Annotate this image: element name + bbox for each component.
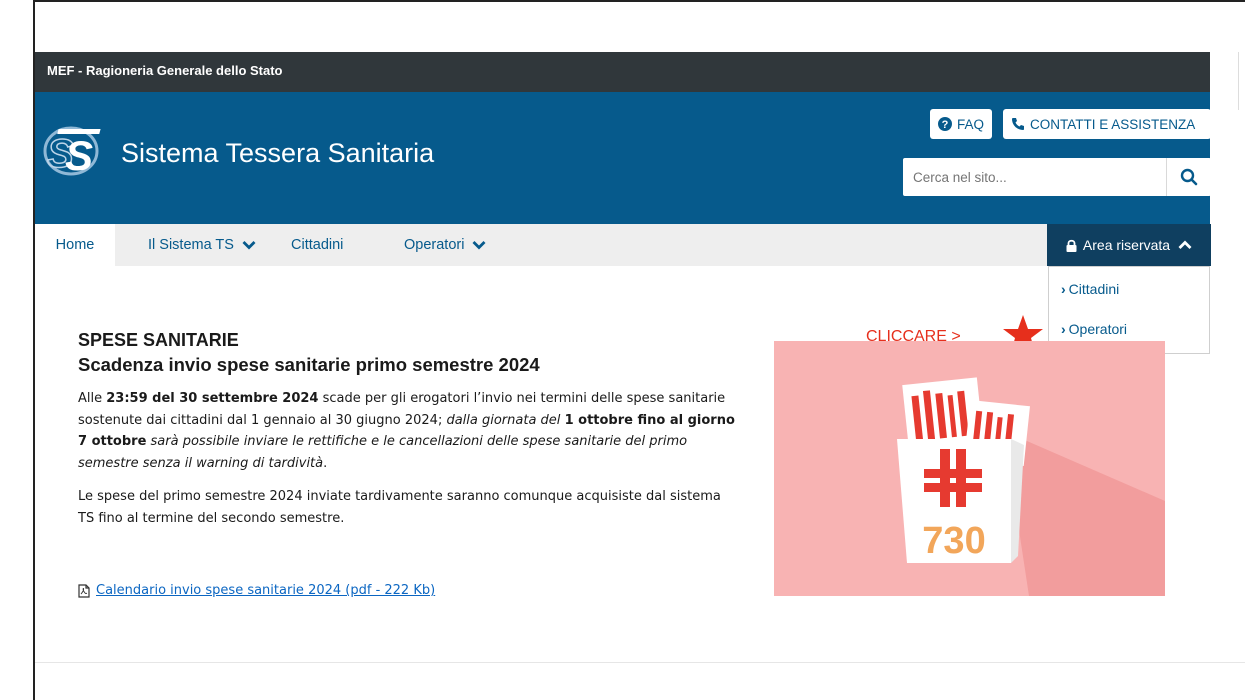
- pdf-file-icon: [78, 583, 90, 598]
- dropdown-item-label: Cittadini: [1068, 281, 1120, 297]
- search-input[interactable]: [903, 158, 1165, 196]
- search-icon: [1180, 168, 1198, 186]
- chevron-right-icon: ›: [1061, 321, 1066, 337]
- svg-text:?: ?: [942, 119, 949, 131]
- org-name: MEF - Ragioneria Generale dello Stato: [47, 63, 283, 78]
- phone-icon: [1011, 117, 1025, 131]
- main-nav: Home Il Sistema TS Cittadini Operatori A…: [35, 224, 1211, 266]
- search-box: [903, 158, 1211, 196]
- nav-operatori[interactable]: Operatori: [404, 224, 486, 266]
- contatti-label: CONTATTI E ASSISTENZA: [1030, 116, 1196, 132]
- chevron-right-icon: ›: [1061, 281, 1066, 297]
- promo-illustration: 730: [897, 377, 1165, 596]
- contatti-button[interactable]: CONTATTI E ASSISTENZA: [1003, 109, 1211, 139]
- promo-730-text: 730: [922, 520, 985, 562]
- footer-divider: [35, 662, 1245, 663]
- nav-cittadini-label: Cittadini: [291, 237, 344, 253]
- lock-icon: [1066, 239, 1077, 252]
- question-circle-icon: ?: [938, 117, 952, 131]
- chevron-up-icon: [1178, 240, 1192, 250]
- faq-label: FAQ: [957, 116, 985, 132]
- nav-operatori-label: Operatori: [404, 237, 465, 253]
- chevron-down-icon: [242, 240, 256, 250]
- nav-sistema-ts[interactable]: Il Sistema TS: [148, 224, 256, 266]
- chevron-down-icon: [472, 240, 486, 250]
- section-kicker: SPESE SANITARIE: [78, 330, 239, 350]
- search-button[interactable]: [1166, 158, 1211, 196]
- page-headline: Scadenza invio spese sanitarie primo sem…: [78, 354, 540, 375]
- main-content: SPESE SANITARIE Scadenza invio spese san…: [78, 330, 738, 529]
- para-text: Alle: [78, 391, 107, 406]
- para-italic: dalla giornata del: [446, 412, 565, 428]
- svg-text:S: S: [65, 132, 93, 179]
- faq-button[interactable]: ? FAQ: [930, 109, 992, 139]
- nav-home[interactable]: Home: [35, 224, 115, 266]
- nav-cittadini[interactable]: Cittadini: [291, 224, 343, 266]
- para-text: .: [323, 455, 328, 471]
- site-header: S S Sistema Tessera Sanitaria ? FAQ CONT…: [35, 92, 1211, 224]
- nav-home-label: Home: [55, 237, 95, 253]
- paragraph-late-submissions: Le spese del primo semestre 2024 inviate…: [78, 489, 721, 526]
- dropdown-item-operatori[interactable]: › Operatori: [1061, 321, 1127, 337]
- dropdown-item-cittadini[interactable]: › Cittadini: [1061, 281, 1119, 297]
- promo-banner-730[interactable]: 730: [774, 341, 1165, 596]
- area-riservata-button[interactable]: Area riservata: [1047, 224, 1211, 266]
- scrollbar-edge: [1238, 52, 1245, 110]
- pdf-link-row: Calendario invio spese sanitarie 2024 (p…: [78, 583, 435, 598]
- ts-logo[interactable]: S S: [41, 120, 111, 180]
- calendar-pdf-link[interactable]: Calendario invio spese sanitarie 2024 (p…: [96, 583, 435, 598]
- paragraph-deadline: Alle 23:59 del 30 settembre 2024 scade p…: [78, 388, 738, 474]
- top-strip: MEF - Ragioneria Generale dello Stato: [35, 52, 1210, 92]
- para-italic: sarà possibile inviare le rettifiche e l…: [78, 434, 688, 471]
- para-bold: 23:59 del 30 settembre 2024: [106, 391, 319, 406]
- site-title[interactable]: Sistema Tessera Sanitaria: [121, 138, 434, 169]
- area-riservata-label: Area riservata: [1082, 237, 1171, 253]
- dropdown-item-label: Operatori: [1068, 321, 1128, 337]
- nav-sistema-label: Il Sistema TS: [148, 237, 234, 253]
